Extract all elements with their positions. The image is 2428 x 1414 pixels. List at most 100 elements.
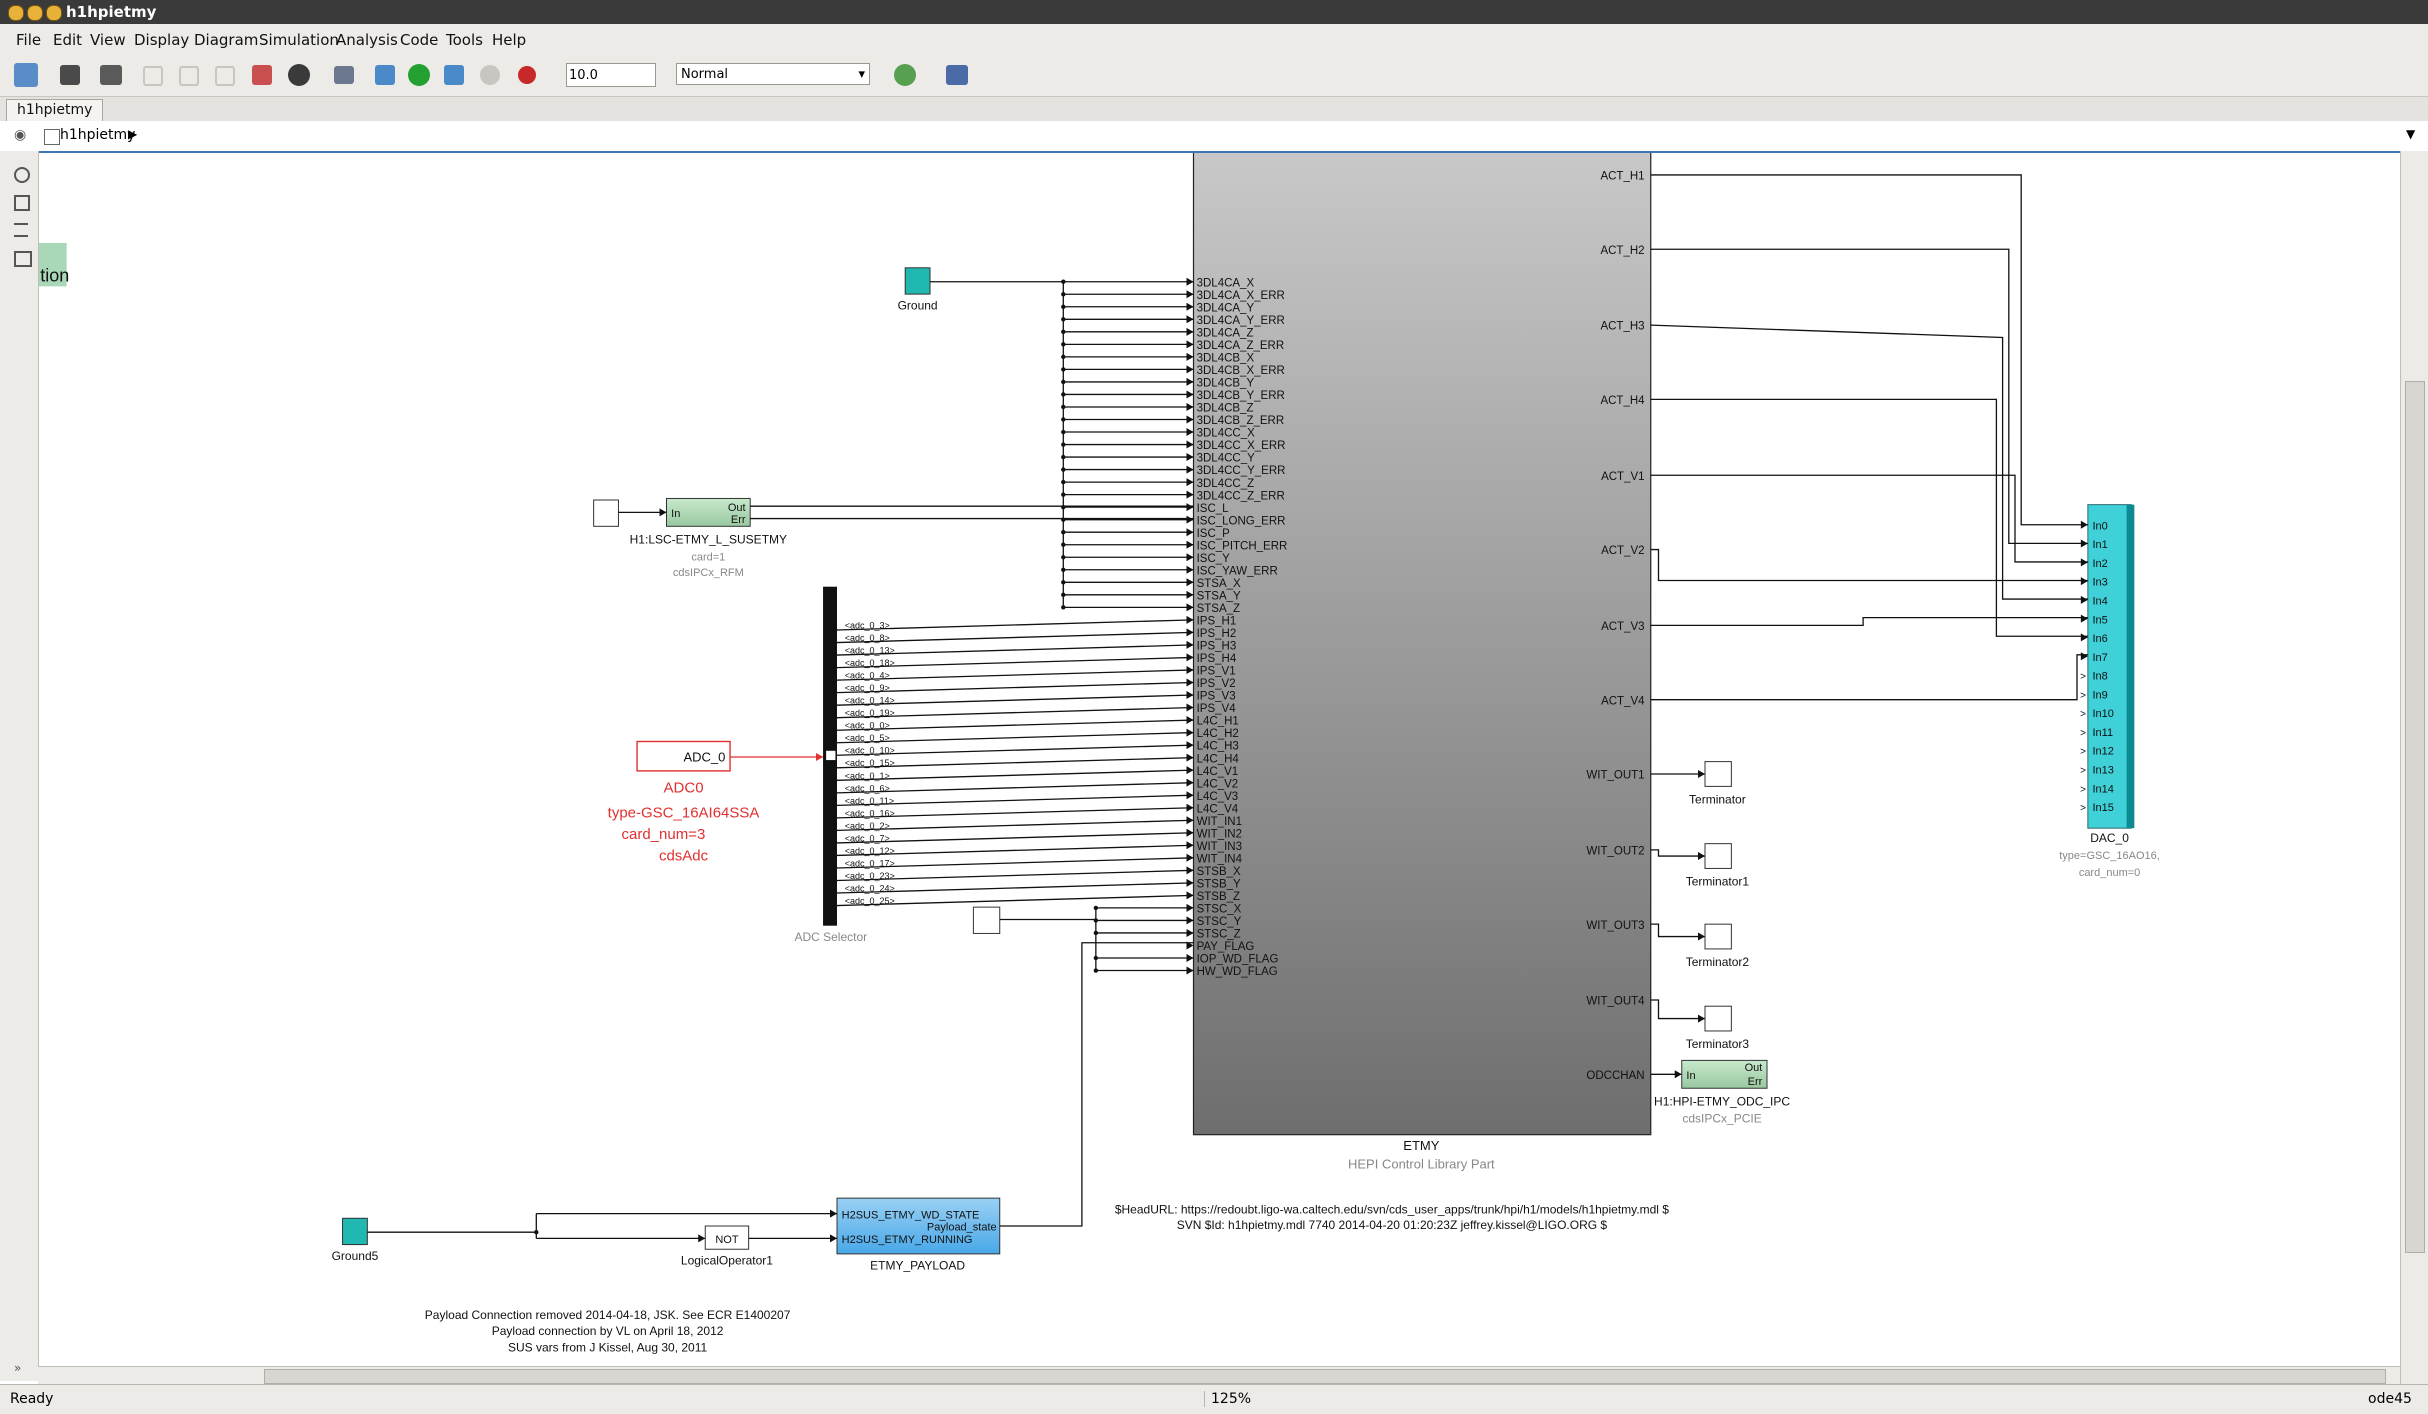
vertical-scroll-thumb[interactable]	[2405, 381, 2425, 1253]
odc-arrow	[1674, 1070, 1682, 1079]
breadcrumb[interactable]: h1hpietmy	[60, 127, 135, 143]
etmy-input-port-label: IPS_H3	[1197, 641, 1237, 653]
etmy-input-port-label: 3DL4CB_Y	[1197, 378, 1255, 390]
model-canvas[interactable]: tion ETMY HEPI Control Library Part 3DL4CA_…	[39, 153, 2400, 1366]
adc-signal-line	[836, 631, 1194, 644]
forward-icon[interactable]	[179, 66, 199, 86]
terminator-block[interactable]	[1704, 761, 1732, 787]
sim-mode-select[interactable]: Normal ▾	[676, 63, 870, 85]
menu-code[interactable]: Code	[400, 31, 438, 49]
grid-options-icon[interactable]	[946, 65, 968, 85]
etmy-input-port-label: L4C_H3	[1197, 741, 1239, 753]
adc-selector-label: ADC Selector	[794, 930, 867, 944]
expand-panel-icon[interactable]: »	[14, 1361, 21, 1375]
etmy-input-port-label: WIT_IN3	[1197, 841, 1242, 853]
menu-simulation[interactable]: Simulation	[259, 31, 339, 49]
branch-point	[1061, 467, 1066, 472]
hide-browser-icon[interactable]: ◉	[14, 127, 26, 143]
menu-file[interactable]: File	[16, 31, 41, 49]
branch-point	[1061, 542, 1066, 547]
dac-input-label: In3	[2093, 577, 2108, 589]
etmy-input-port-label: 3DL4CC_X	[1197, 428, 1255, 440]
run-play-icon[interactable]	[408, 64, 430, 86]
etmy-input-port-label: IPS_H4	[1197, 653, 1237, 665]
menu-help[interactable]: Help	[492, 31, 526, 49]
update-diagram-icon[interactable]	[894, 64, 916, 86]
stop-time-input[interactable]	[566, 63, 656, 87]
status-bar: Ready 125% ode45	[0, 1384, 2428, 1414]
arrows-icon[interactable]	[14, 223, 28, 237]
settings-gear-icon[interactable]	[288, 64, 310, 86]
etmy-input-port-label: 3DL4CB_Z_ERR	[1197, 415, 1285, 427]
wit-out-line	[1650, 923, 1705, 938]
payload-input-2-label: H2SUS_ETMY_RUNNING	[842, 1234, 973, 1246]
terminator-block[interactable]	[1704, 923, 1732, 950]
zoom-icon[interactable]	[14, 167, 30, 183]
etmy-input-port-label: STSC_X	[1197, 904, 1242, 916]
etmy-input-port-label: HW_WD_FLAG	[1197, 966, 1278, 978]
horizontal-scroll-thumb[interactable]	[264, 1369, 2386, 1384]
block-diagram[interactable]: tion ETMY HEPI Control Library Part 3DL4CA_…	[39, 153, 2400, 1366]
new-model-icon[interactable]	[14, 63, 38, 87]
terminator-block[interactable]	[1704, 1005, 1732, 1032]
lsc-ground-block[interactable]	[593, 499, 619, 527]
menu-analysis[interactable]: Analysis	[336, 31, 398, 49]
etmy-input-port-label: 3DL4CB_Y_ERR	[1197, 390, 1285, 402]
back-icon[interactable]	[143, 66, 163, 86]
sim-mode-value: Normal	[681, 67, 729, 82]
menu-bar: File Edit View Display Diagram Simulatio…	[0, 24, 2428, 54]
etmy-output-port-label: ACT_V1	[1601, 471, 1644, 483]
payload-input-1-label: H2SUS_ETMY_WD_STATE	[842, 1209, 980, 1221]
address-dropdown-icon[interactable]: ▼	[2406, 127, 2415, 141]
branch-point	[1061, 404, 1066, 410]
lsc-block-name: H1:LSC-ETMY_L_SUSETMY	[630, 532, 787, 546]
menu-tools[interactable]: Tools	[446, 31, 483, 49]
library-browser-icon[interactable]	[252, 65, 272, 85]
stsc-ground-block[interactable]	[972, 906, 1001, 934]
ground-block[interactable]	[904, 267, 931, 295]
chevron-down-icon: ▾	[858, 67, 865, 82]
act-v4-line	[1650, 654, 2088, 701]
branch-point	[1093, 930, 1099, 936]
etmy-input-port-label: WIT_IN1	[1197, 816, 1242, 828]
tab-h1hpietmy[interactable]: h1hpietmy	[6, 99, 104, 121]
terminator-block[interactable]	[1704, 843, 1732, 869]
record-icon[interactable]	[518, 66, 536, 84]
branch-point	[534, 1230, 539, 1235]
up-icon[interactable]	[215, 66, 235, 86]
note-line: Payload connection by VL on April 18, 20…	[492, 1324, 724, 1338]
window-close-icon[interactable]	[8, 5, 24, 21]
terminator-arrow	[1698, 770, 1705, 778]
step-back-icon[interactable]	[375, 65, 395, 85]
model-explorer-icon[interactable]	[334, 66, 354, 84]
ground5-block[interactable]	[342, 1217, 368, 1246]
print-icon[interactable]	[100, 65, 122, 85]
menu-display[interactable]: Display	[134, 31, 189, 49]
window-maximize-icon[interactable]	[46, 5, 62, 21]
adc-signal-line	[836, 832, 1194, 844]
etmy-output-port-label: ACT_H4	[1600, 395, 1645, 407]
dac-block[interactable]	[2087, 504, 2132, 829]
step-forward-icon[interactable]	[444, 65, 464, 85]
svn-headurl: $HeadURL: https://redoubt.ligo-wa.caltec…	[1115, 1203, 1669, 1217]
etmy-input-port-label: 3DL4CA_Y_ERR	[1197, 315, 1285, 327]
vertical-scrollbar[interactable]	[2400, 151, 2428, 1384]
fit-view-icon[interactable]	[14, 195, 30, 211]
etmy-input-port-label: IPS_V3	[1197, 691, 1236, 703]
odc-out-label: Out	[1745, 1062, 1763, 1074]
etmy-output-port-label: ACT_H1	[1600, 171, 1644, 183]
adc-selector-port	[826, 750, 836, 761]
etmy-input-port-label: STSB_X	[1197, 866, 1241, 878]
horizontal-scrollbar[interactable]	[38, 1366, 2400, 1385]
etmy-output-port-label: WIT_OUT3	[1586, 920, 1644, 932]
annotation-icon[interactable]	[14, 251, 32, 267]
save-icon[interactable]	[60, 65, 80, 85]
act-h1-line	[1650, 174, 2088, 526]
dac-input-label: In13	[2093, 765, 2114, 777]
stop-icon[interactable]	[480, 65, 500, 85]
menu-diagram[interactable]: Diagram	[194, 31, 258, 49]
etmy-input-port-label: WIT_IN4	[1197, 853, 1243, 865]
menu-view[interactable]: View	[90, 31, 126, 49]
window-minimize-icon[interactable]	[27, 5, 43, 21]
menu-edit[interactable]: Edit	[53, 31, 82, 49]
